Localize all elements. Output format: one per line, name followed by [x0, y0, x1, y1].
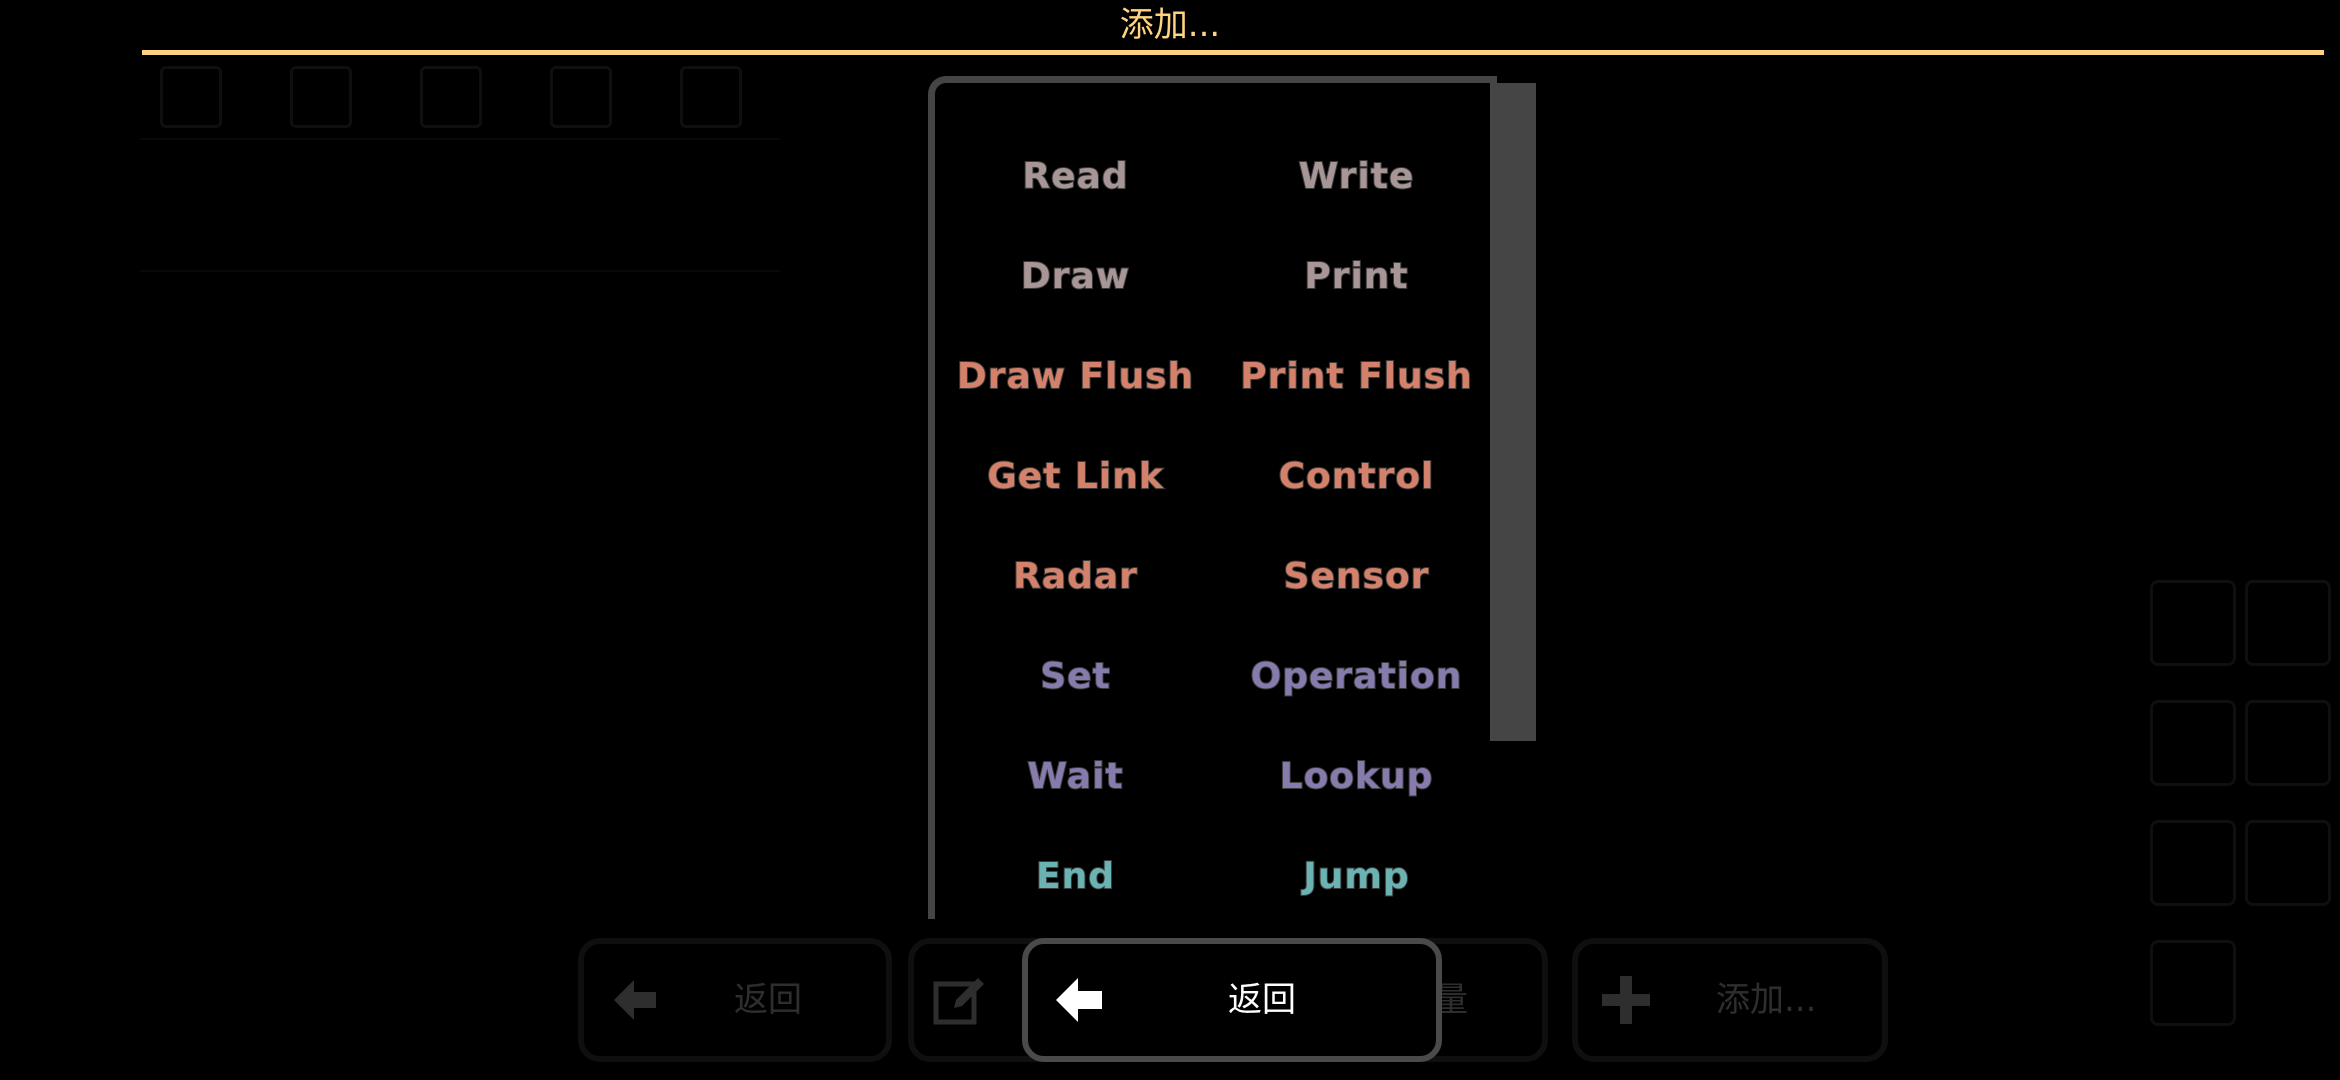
instruction-lookup[interactable]: Lookup: [1216, 727, 1497, 827]
instruction-set[interactable]: Set: [935, 627, 1216, 727]
background-side-panel: [2150, 580, 2331, 1060]
background-side-icon: [2245, 580, 2331, 666]
background-side-icon: [2150, 700, 2236, 786]
background-add-button: 添加...: [1572, 938, 1888, 1062]
instruction-list-panel[interactable]: Read Write Draw Print Draw Flush Print F…: [928, 76, 1497, 919]
list-scrollbar[interactable]: [1490, 83, 1536, 741]
back-button-label: 返回: [1228, 980, 1296, 1020]
instruction-print[interactable]: Print: [1216, 227, 1497, 327]
background-tool-icon: [550, 66, 612, 128]
instruction-draw-flush[interactable]: Draw Flush: [935, 327, 1216, 427]
background-tool-icon: [680, 66, 742, 128]
background-side-icon: [2245, 700, 2331, 786]
instruction-read[interactable]: Read: [935, 127, 1216, 227]
background-add-label: 添加...: [1716, 980, 1817, 1020]
background-side-icon: [2150, 940, 2236, 1026]
instruction-sensor[interactable]: Sensor: [1216, 527, 1497, 627]
screen: 添加... Read Write Draw Print Draw Flush P…: [0, 0, 2340, 1080]
instruction-jump[interactable]: Jump: [1216, 827, 1497, 919]
edit-icon: [933, 978, 984, 1025]
background-tool-icon: [160, 66, 222, 128]
dialog-title: 添加...: [1119, 5, 1221, 45]
title-divider: [142, 50, 2324, 55]
back-button[interactable]: 返回: [1022, 938, 1442, 1062]
instruction-print-flush[interactable]: Print Flush: [1216, 327, 1497, 427]
background-search-row: [140, 170, 780, 272]
instruction-operation[interactable]: Operation: [1216, 627, 1497, 727]
background-side-icon: [2150, 580, 2236, 666]
instruction-get-link[interactable]: Get Link: [935, 427, 1216, 527]
background-back-label: 返回: [734, 980, 802, 1020]
instruction-radar[interactable]: Radar: [935, 527, 1216, 627]
background-back-button: 返回: [578, 938, 892, 1062]
background-side-icon: [2150, 820, 2236, 906]
arrow-left-icon: [614, 980, 656, 1020]
instruction-wait[interactable]: Wait: [935, 727, 1216, 827]
background-toolbar: [140, 48, 780, 140]
background-side-icon: [2245, 820, 2331, 906]
instruction-control[interactable]: Control: [1216, 427, 1497, 527]
plus-icon: [1602, 976, 1650, 1024]
instruction-end[interactable]: End: [935, 827, 1216, 919]
background-tool-icon: [290, 66, 352, 128]
instruction-draw[interactable]: Draw: [935, 227, 1216, 327]
instruction-write[interactable]: Write: [1216, 127, 1497, 227]
background-tool-icon: [420, 66, 482, 128]
arrow-left-icon: [1056, 978, 1102, 1022]
